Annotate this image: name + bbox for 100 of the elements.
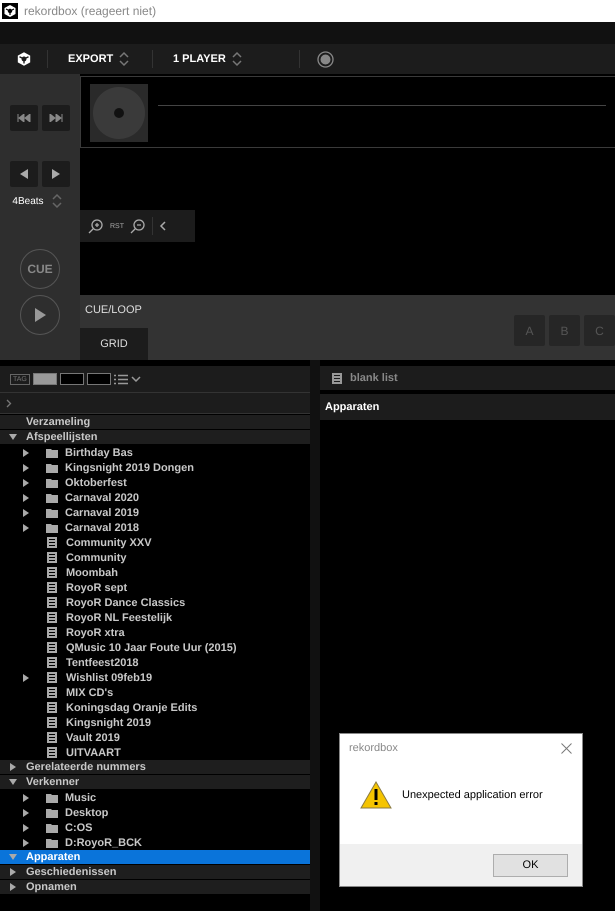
folder-icon	[46, 492, 58, 502]
tree-item[interactable]: Gerelateerde nummers	[0, 760, 310, 775]
collapsed-icon[interactable]	[9, 883, 17, 891]
tree-label: D:RoyoR_BCK	[65, 836, 142, 848]
collapsed-icon[interactable]	[22, 838, 30, 846]
collapsed-icon[interactable]	[9, 763, 17, 771]
list-icon[interactable]	[114, 374, 128, 384]
list-title: blank list	[350, 372, 398, 384]
zoom-out-icon[interactable]	[130, 218, 146, 234]
collapsed-icon[interactable]	[22, 494, 30, 502]
tree-label: Tentfeest2018	[66, 656, 139, 668]
tree-label: Desktop	[65, 806, 108, 818]
list-header: Apparaten	[325, 401, 380, 413]
tree-label: Wishlist 09feb19	[66, 672, 152, 684]
ok-button[interactable]: OK	[493, 854, 568, 876]
jump-back-button[interactable]	[10, 161, 38, 187]
collapsed-icon[interactable]	[22, 448, 30, 456]
folder-icon	[46, 792, 58, 802]
tree-label: C:OS	[65, 822, 92, 834]
collapsed-icon[interactable]	[9, 868, 17, 876]
mode-selector[interactable]: EXPORT	[48, 51, 152, 67]
tree-label: Apparaten	[26, 851, 80, 863]
layout-swatch[interactable]	[32, 373, 57, 385]
folder-icon	[46, 508, 58, 518]
tree-label: Birthday Bas	[65, 446, 133, 458]
artwork-placeholder-icon	[90, 84, 148, 142]
collapsed-icon[interactable]	[22, 674, 30, 682]
error-message: Unexpected application error	[402, 789, 543, 801]
tree-item[interactable]: Afspeellijsten	[0, 430, 310, 445]
tree-label: Carnaval 2019	[65, 506, 139, 518]
folder-icon	[46, 808, 58, 818]
tree-label: Carnaval 2020	[65, 492, 139, 504]
collapsed-icon[interactable]	[22, 464, 30, 472]
tree-item[interactable]: Verkenner	[0, 775, 310, 790]
tree-label: UITVAART	[66, 746, 121, 758]
tree-label: Kingsnight 2019 Dongen	[65, 462, 194, 474]
next-track-button[interactable]	[42, 105, 70, 131]
folder-icon	[46, 838, 58, 848]
playlist-icon	[47, 627, 57, 638]
up-down-icon[interactable]	[52, 193, 62, 209]
tree-label: Verkenner	[26, 776, 80, 788]
playlist-icon	[47, 597, 57, 608]
tree-label: Community XXV	[66, 536, 152, 548]
tree-item[interactable]: Opnamen	[0, 880, 310, 895]
tree-label: Geschiedenissen	[26, 866, 116, 878]
tree-label: Moombah	[66, 566, 118, 578]
playlist-icon	[47, 732, 57, 743]
playlist-icon	[47, 657, 57, 668]
up-down-icon[interactable]	[232, 51, 242, 67]
tree-item[interactable]: Verzameling	[0, 415, 310, 430]
tree-item[interactable]: Apparaten	[0, 850, 310, 865]
previous-track-button[interactable]	[10, 105, 38, 131]
warning-icon	[360, 781, 392, 809]
playlist-icon	[47, 672, 57, 683]
window-title: rekordbox (reageert niet)	[24, 4, 156, 18]
folder-icon	[46, 522, 58, 532]
folder-icon	[46, 822, 58, 832]
chevron-down-icon[interactable]	[130, 376, 141, 382]
folder-icon	[46, 478, 58, 488]
collapsed-icon[interactable]	[22, 794, 30, 802]
collapsed-icon[interactable]	[22, 508, 30, 516]
playlist-icon	[47, 642, 57, 653]
chevron-left-icon[interactable]	[159, 221, 167, 231]
record-icon[interactable]	[317, 50, 334, 68]
zoom-in-icon[interactable]	[88, 218, 104, 234]
layout-swatch[interactable]	[86, 373, 111, 385]
tree-label: Oktoberfest	[65, 476, 127, 488]
deck-tab[interactable]: GRID	[80, 328, 148, 360]
play-icon	[34, 308, 46, 322]
beat-jump-value: 4Beats	[12, 196, 44, 206]
cue-button[interactable]: CUE	[20, 249, 60, 289]
tree-label: Verzameling	[26, 416, 90, 428]
playlist-icon	[332, 372, 342, 384]
expanded-icon[interactable]	[9, 778, 17, 786]
folder-icon	[46, 462, 58, 472]
up-down-icon[interactable]	[119, 51, 130, 67]
tree-label: RoyoR sept	[66, 582, 128, 594]
playlist-icon	[47, 612, 57, 623]
play-button[interactable]	[20, 295, 60, 335]
triangle-left-icon	[20, 169, 28, 179]
expanded-icon[interactable]	[9, 433, 17, 441]
collapsed-icon[interactable]	[22, 524, 30, 532]
playlist-icon	[47, 702, 57, 713]
jump-forward-button[interactable]	[42, 161, 70, 187]
dialog-title: rekordbox	[349, 742, 398, 754]
collapsed-icon[interactable]	[22, 824, 30, 832]
playlist-icon	[47, 567, 57, 578]
tree-label: Kingsnight 2019	[66, 716, 151, 728]
chevron-right-icon[interactable]	[6, 398, 12, 408]
playlist-icon	[47, 552, 57, 563]
player-selector[interactable]: 1 PLAYER	[153, 51, 299, 67]
layout-swatch[interactable]	[60, 373, 84, 385]
tree-label: Afspeellijsten	[26, 431, 98, 443]
collapsed-icon[interactable]	[22, 808, 30, 816]
folder-icon	[46, 448, 58, 458]
close-icon[interactable]	[561, 742, 572, 754]
playlist-icon	[47, 717, 57, 728]
tree-label: Music	[65, 792, 96, 804]
tree-item[interactable]: Geschiedenissen	[0, 865, 310, 880]
collapsed-icon[interactable]	[22, 478, 30, 486]
